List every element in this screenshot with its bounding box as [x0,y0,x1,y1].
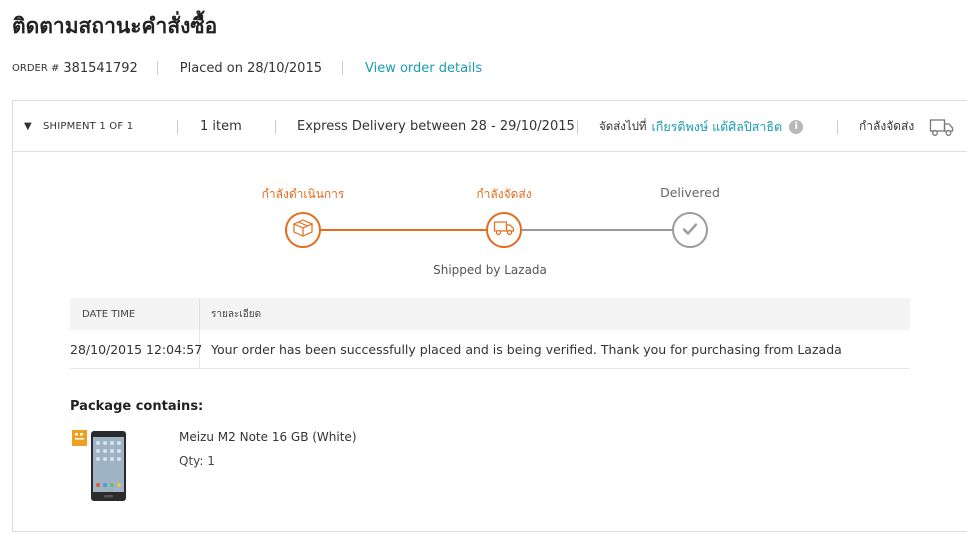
truck-icon [493,219,515,241]
order-number-label: ORDER # [12,62,60,74]
view-order-details-link[interactable]: View order details [365,61,482,76]
step-shipping [486,212,522,248]
product-name-link[interactable]: Meizu M2 Note 16 GB (White) [179,430,357,444]
step-processing [285,212,321,248]
progress-line-pending [522,229,674,231]
order-info-bar: ORDER # 381541792 Placed on 28/10/2015 V… [12,59,482,77]
delivery-window: Express Delivery between 28 - 29/10/2015 [297,119,575,134]
placed-date: Placed on 28/10/2015 [179,60,322,76]
step-label-processing: กำลังดำเนินการ [261,187,345,201]
table-header: DATE TIME รายละเอียด [70,298,910,330]
shipment-label: SHIPMENT 1 OF 1 [43,121,134,132]
truck-icon [929,101,955,152]
divider [275,120,276,134]
step-label-delivered: Delivered [660,185,720,200]
product-quantity: Qty: 1 [179,454,215,468]
progress-line-complete [321,229,487,231]
divider [837,120,838,134]
divider [177,120,178,134]
order-number: 381541792 [63,60,138,76]
package-title: Package contains: [70,399,204,414]
row-detail: Your order has been successfully placed … [211,341,842,357]
item-count: 1 item [200,119,242,134]
ship-to: จัดส่งไปที่ เกียรดิพงษ์ แด้ศิลปิสาธิต i [599,101,804,152]
shipped-by: Shipped by Lazada [433,263,547,277]
check-icon [682,221,698,240]
box-icon [292,218,314,242]
shipment-status: กำลังจัดส่ง [859,119,915,133]
step-delivered [672,212,708,248]
shipment-header[interactable]: ▼ SHIPMENT 1 OF 1 1 item Express Deliver… [13,101,967,152]
divider [342,61,343,75]
row-datetime: 28/10/2015 12:04:57 [70,330,202,368]
table-row: 28/10/2015 12:04:57 Your order has been … [70,330,910,369]
page-title: ติดตามสถานะคำสั่งซื้อ [12,14,218,38]
divider [156,61,158,75]
step-label-shipping: กำลังจัดส่ง [476,187,532,201]
tracking-log-table: DATE TIME รายละเอียด 28/10/2015 12:04:57… [70,298,910,369]
product-image[interactable] [72,428,132,504]
collapse-caret-icon[interactable]: ▼ [24,101,32,152]
column-header-datetime: DATE TIME [70,298,200,330]
ship-to-name-link[interactable]: เกียรดิพงษ์ แด้ศิลปิสาธิต [652,117,783,137]
divider [577,120,578,134]
column-header-detail: รายละเอียด [211,308,262,320]
ship-to-label: จัดส่งไปที่ [599,118,647,133]
info-icon[interactable]: i [789,119,804,134]
